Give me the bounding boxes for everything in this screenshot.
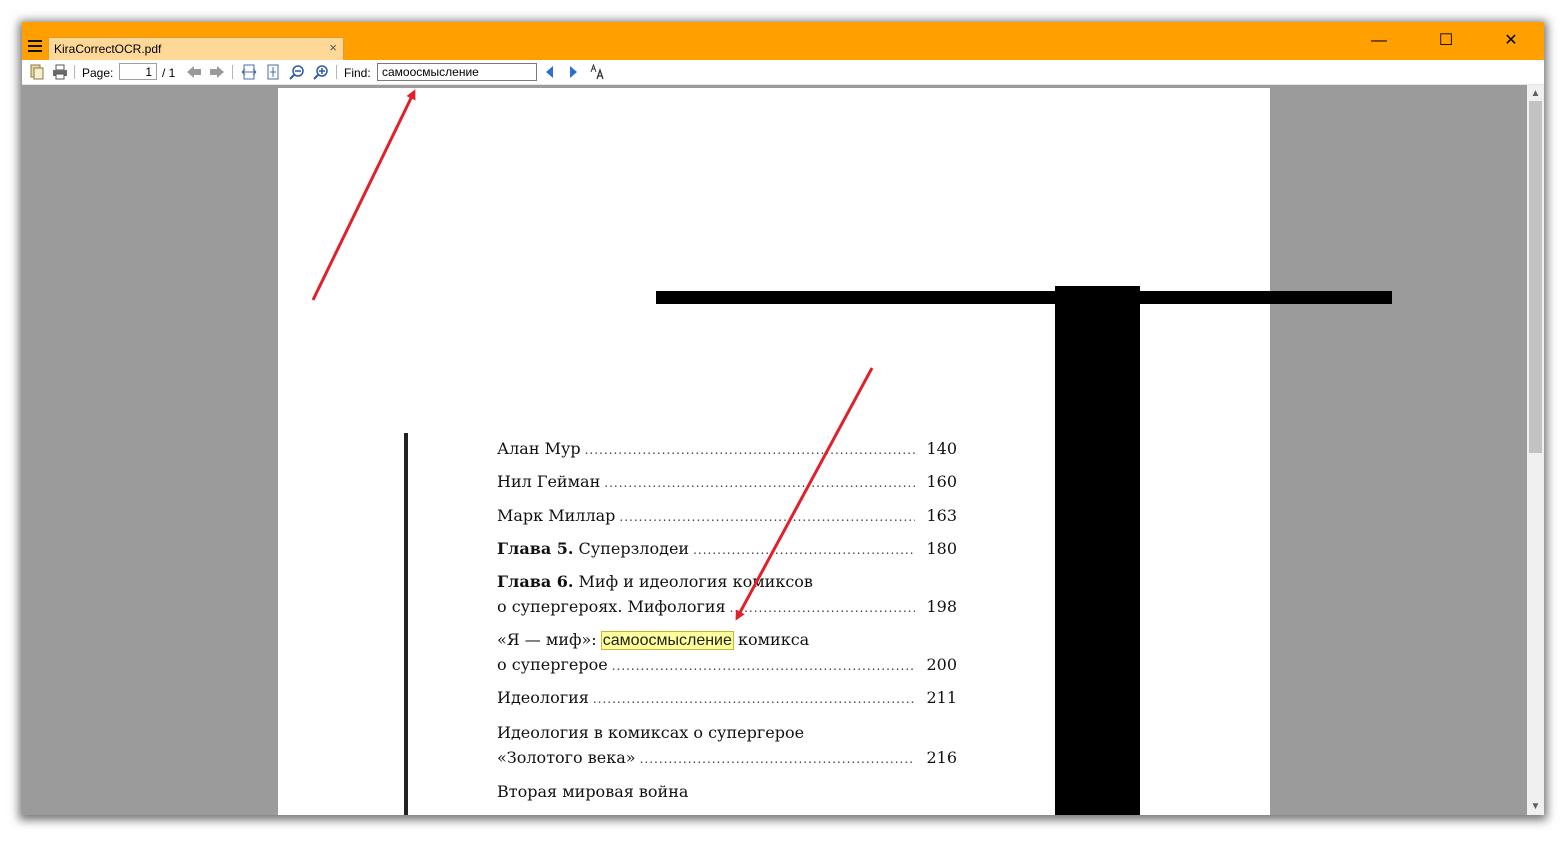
toc-entry: о супергероях. Мифология ...............… [497,597,957,616]
toc-entry-title: Марк Миллар [497,506,616,525]
hamburger-menu-icon[interactable] [28,40,42,54]
zoom-out-icon[interactable] [289,64,305,80]
chapter-number: Глава 6. [497,572,574,591]
toc-entry-title: Вторая мировая война [497,782,689,801]
print-icon[interactable] [52,64,68,80]
maximize-button[interactable]: ☐ [1423,28,1469,54]
toc-entry-title: Алан Мур [497,439,581,458]
toc-entry: «Золотого века» ........................… [497,748,957,767]
pdf-page: Алан Мур ...............................… [278,88,1392,815]
document-viewport[interactable]: Алан Мур ...............................… [22,85,1544,815]
fit-width-icon[interactable] [241,64,257,80]
toolbar-separator [74,65,75,79]
prev-page-icon[interactable] [186,64,202,80]
toc-entry-title: Глава 5. Суперзлодеи [497,539,689,558]
toc-leader-dots: ........................................… [639,752,915,766]
tab-title: KiraCorrectOCR.pdf [54,42,162,56]
toolbar-separator [232,65,233,79]
toc-page-number: 211 [926,688,957,707]
find-input[interactable] [377,63,537,81]
toc-page-number: 198 [926,597,957,616]
toc-leader-dots: ........................................… [611,659,915,673]
toc-leader-dots: ........................................… [604,476,915,490]
toc-entry-title: Идеология в комиксах о супергерое [497,723,805,742]
minimize-button[interactable]: — [1356,28,1402,54]
page-total: / 1 [162,66,176,80]
match-case-icon[interactable] [589,64,605,80]
zoom-in-icon[interactable] [313,64,329,80]
chapter-title: Миф и идеология комиксов [573,572,813,591]
page-number-input[interactable] [119,63,157,80]
toc-page-number: 163 [926,506,957,525]
toc-entry-title: Идеология [497,688,589,707]
vertical-scrollbar[interactable]: ▲ ▼ [1527,85,1544,815]
toc-entry: Нил Гейман .............................… [497,472,957,491]
chapter-title: Суперзлодеи [573,539,690,558]
toc-page-number: 160 [926,472,957,491]
document-tab[interactable]: KiraCorrectOCR.pdf × [48,37,344,60]
toc-entry: Вторая мировая война [497,782,957,801]
page-label: Page: [82,66,114,80]
fit-page-icon[interactable] [265,64,281,80]
close-button[interactable]: ✕ [1488,28,1534,54]
title-bar: KiraCorrectOCR.pdf × — ☐ ✕ [22,22,1544,60]
toc-entry-title: Нил Гейман [497,472,601,491]
toc-entry: Марк Миллар ............................… [497,506,957,525]
app-window: KiraCorrectOCR.pdf × — ☐ ✕ Page: / 1 [22,22,1544,815]
toc-leader-dots: ........................................… [592,692,915,706]
toc-entry: Глава 5. Суперзлодеи ...................… [497,539,957,558]
toc-page-number: 200 [926,655,957,674]
toc-entry-title: о супергерое [497,655,608,674]
toc-entry-title: «Золотого века» [497,748,636,767]
toc-entry: Алан Мур ...............................… [497,439,957,458]
toc-leader-dots: ........................................… [584,443,915,457]
find-next-icon[interactable] [565,64,581,80]
toc-entry: о супергерое ...........................… [497,655,957,674]
toc-leader-dots: ........................................… [729,601,915,615]
toc-entry-title: о супергероях. Мифология [497,597,726,616]
scan-border-right [1055,286,1140,815]
toc-entry-title-end: комикса [732,630,810,649]
toc-entry: «Я — миф»: самоосмысление комикса [497,630,957,650]
scan-border-top [656,291,1392,304]
toc-page-number: 216 [926,748,957,767]
scroll-down-icon[interactable]: ▼ [1527,798,1544,815]
toc-page-number: 140 [926,439,957,458]
toolbar-separator [336,65,337,79]
scroll-thumb[interactable] [1529,101,1542,453]
find-prev-icon[interactable] [542,64,558,80]
find-label: Find: [344,66,371,80]
toc-entry: Идеология в комиксах о супергерое [497,723,957,742]
toc-leader-dots: ........................................… [693,543,915,557]
next-page-icon[interactable] [209,64,225,80]
toc-entry: Глава 6. Миф и идеология комиксов [497,572,957,591]
scroll-up-icon[interactable]: ▲ [1527,85,1544,102]
open-icon[interactable] [29,64,45,80]
toc-page-number: 180 [926,539,957,558]
toc-entry: Идеология ..............................… [497,688,957,707]
chapter-number: Глава 5. [497,539,574,558]
search-highlight: самоосмысление [600,631,734,650]
tab-close-icon[interactable]: × [329,40,337,55]
scan-border-left [404,433,408,815]
toolbar: Page: / 1 Find: [22,60,1544,85]
toc-leader-dots: ........................................… [619,510,915,524]
toc-entry-title: «Я — миф»: [497,630,602,649]
